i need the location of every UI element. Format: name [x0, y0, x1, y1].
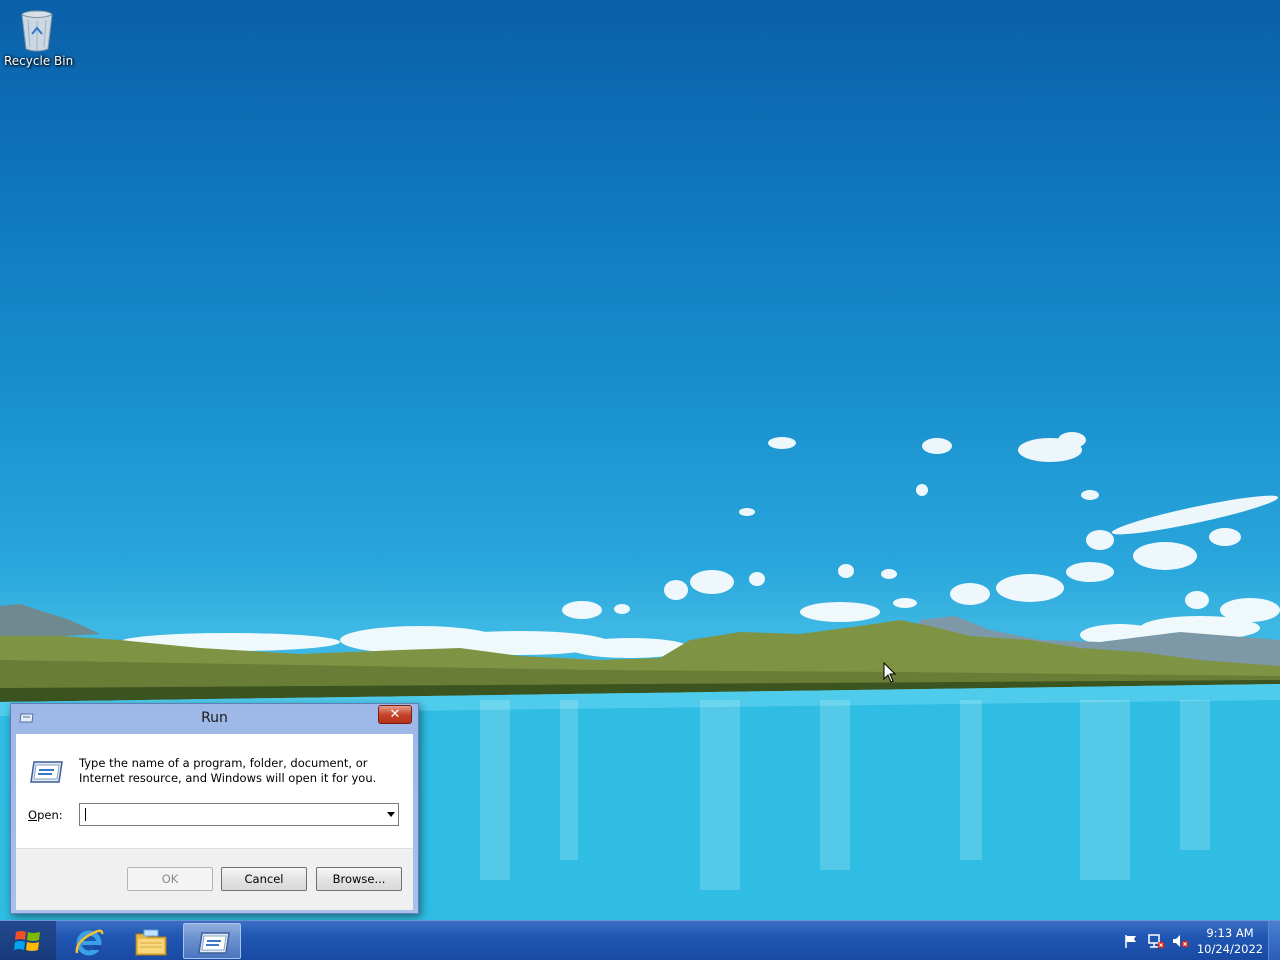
taskbar: 9:13 AM 10/24/2022 — [0, 920, 1280, 960]
run-dialog: Run ✕ Type the name of a program, folder… — [10, 703, 419, 914]
open-combobox[interactable] — [79, 803, 399, 826]
start-button[interactable] — [0, 921, 56, 960]
clock-date: 10/24/2022 — [1196, 942, 1264, 956]
taskbar-run[interactable] — [183, 923, 241, 959]
title-bar[interactable]: Run ✕ — [11, 704, 418, 732]
close-button[interactable]: ✕ — [378, 705, 412, 724]
open-label: Open: — [28, 808, 63, 822]
desktop-icon-label: Recycle Bin — [4, 54, 74, 68]
browse-button[interactable]: Browse... — [316, 867, 402, 891]
action-center-flag-icon[interactable] — [1122, 933, 1140, 949]
chevron-down-icon[interactable] — [387, 812, 395, 817]
volume-muted-icon[interactable] — [1171, 933, 1189, 949]
open-label-text: pen: — [37, 808, 63, 822]
taskbar-internet-explorer[interactable] — [60, 923, 118, 959]
show-desktop-button[interactable] — [1268, 921, 1280, 960]
desktop-icon-recycle-bin[interactable]: Recycle Bin — [4, 6, 74, 76]
text-caret — [85, 808, 86, 821]
run-icon — [30, 761, 63, 783]
network-icon[interactable] — [1147, 933, 1165, 949]
dialog-footer: OK Cancel Browse... — [16, 848, 413, 910]
mouse-pointer-icon — [883, 662, 897, 683]
clock-time: 9:13 AM — [1206, 926, 1254, 940]
taskbar-clock[interactable]: 9:13 AM 10/24/2022 — [1190, 925, 1270, 957]
ok-button[interactable]: OK — [127, 867, 213, 891]
run-icon — [198, 932, 230, 954]
open-input[interactable] — [80, 804, 380, 825]
folder-icon — [135, 929, 167, 956]
internet-explorer-icon — [75, 929, 104, 956]
dialog-description: Type the name of a program, folder, docu… — [79, 756, 377, 785]
cancel-button[interactable]: Cancel — [221, 867, 307, 891]
taskbar-file-explorer[interactable] — [121, 923, 179, 959]
recycle-bin-icon — [21, 10, 53, 52]
windows-logo-icon — [14, 931, 40, 951]
dialog-title: Run — [201, 710, 228, 726]
